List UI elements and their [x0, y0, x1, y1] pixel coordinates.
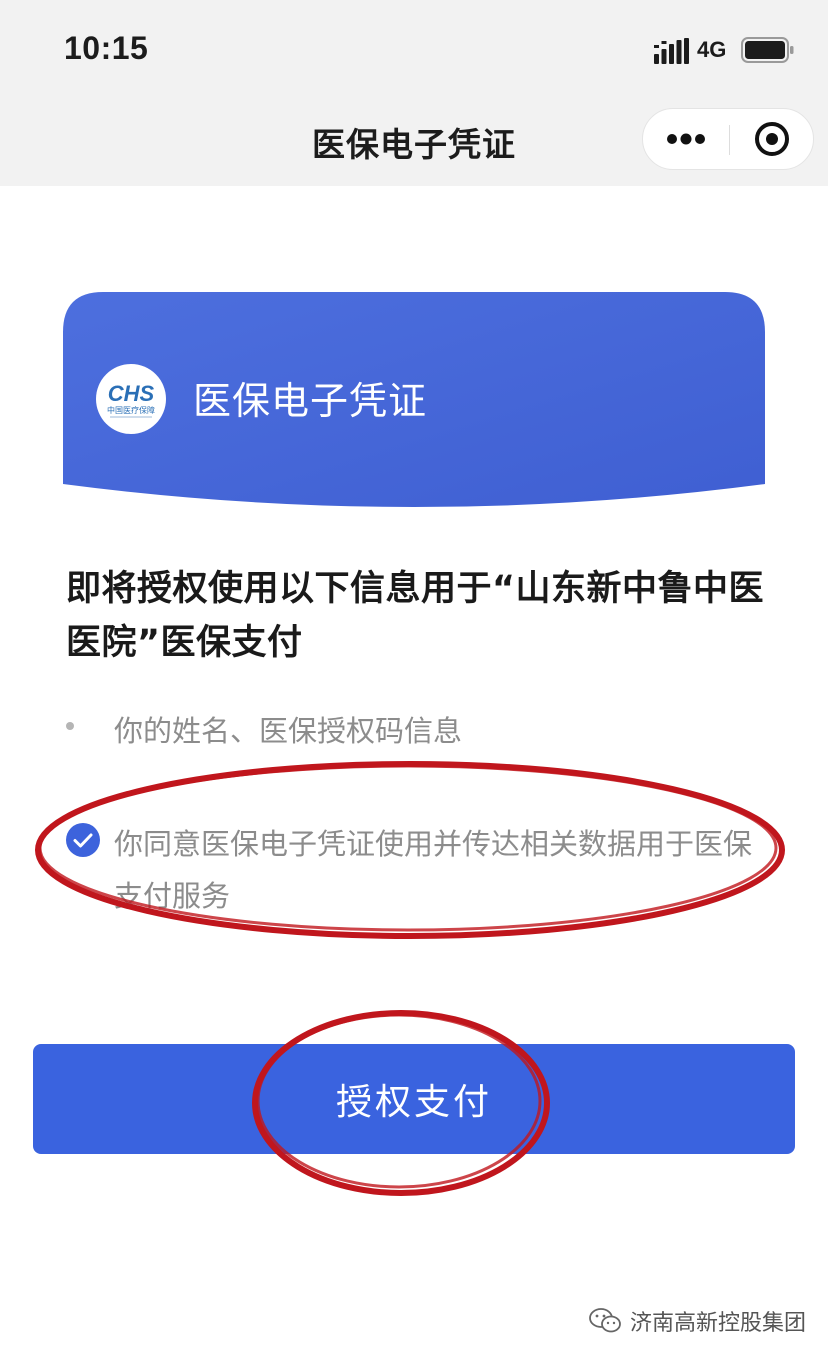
status-time: 10:15 [64, 30, 149, 66]
bullet-dot [66, 722, 74, 730]
authorize-payment-button[interactable]: 授权支付 [33, 1044, 795, 1154]
battery-icon [741, 37, 794, 63]
watermark-text: 济南高新控股集团 [629, 1311, 806, 1336]
close-button[interactable] [730, 109, 814, 169]
info-item-text: 你的姓名、医保授权码信息 [114, 714, 463, 748]
insurance-card: CHS 中国医疗保障 医保电子凭证 [63, 292, 765, 514]
chs-logo: CHS 中国医疗保障 [96, 364, 166, 434]
logo-subtext: 中国医疗保障 [107, 405, 155, 415]
consent-text: 你同意医保电子凭证使用并传达相关数据用于医保支付服务 [114, 827, 753, 913]
target-close-icon [755, 122, 789, 156]
mini-program-capsule [642, 108, 814, 170]
more-button[interactable] [643, 109, 729, 169]
more-dots-icon [667, 133, 705, 145]
nav-bar: 医保电子凭证 [0, 96, 828, 186]
signal-bars-icon [654, 38, 689, 64]
info-item: 你的姓名、医保授权码信息 [66, 705, 766, 749]
card-title: 医保电子凭证 [193, 379, 428, 423]
chs-logo-icon: CHS 中国医疗保障 [107, 381, 155, 418]
checkmark-circle-icon[interactable] [66, 823, 100, 857]
network-label: 4G [697, 37, 727, 62]
wechat-icon [589, 1308, 621, 1333]
authorization-heading: 即将授权使用以下信息用于“山东新中鲁中医医院”医保支付 [66, 569, 765, 663]
status-bar: 10:15 4G [0, 0, 828, 96]
watermark: 济南高新控股集团 [588, 1305, 806, 1337]
logo-text: CHS [108, 381, 155, 406]
